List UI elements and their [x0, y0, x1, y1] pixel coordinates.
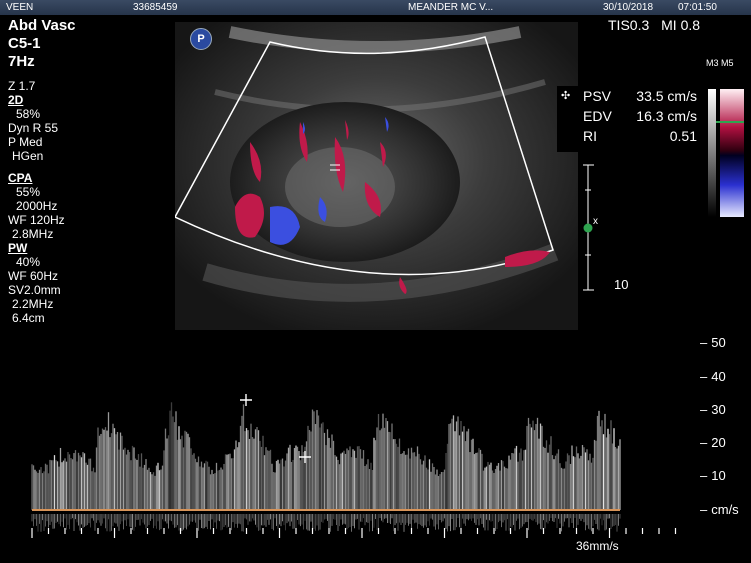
dynamic-range-value: Dyn R 55 [8, 121, 59, 135]
cross-cursor-icon: ✣ [561, 90, 571, 102]
cpa-prf-value: 2000Hz [16, 199, 58, 213]
color-velocity-bar [708, 89, 744, 217]
gain-2d-value: 58% [16, 107, 41, 121]
exam-date: 30/10/2018 [603, 2, 654, 13]
frequency-label: 7Hz [8, 53, 35, 70]
velocity-tick-50: –50 [700, 335, 726, 350]
spectral-waveform [31, 402, 621, 532]
svg-text:x: x [593, 216, 598, 227]
pw-wall-filter-value: WF 60Hz [8, 269, 59, 283]
velocity-unit-label: – cm/s [700, 502, 739, 517]
cpa-gain-value: 55% [16, 185, 41, 199]
preset-label: Abd Vasc [8, 17, 76, 34]
harmonic-value: HGen [12, 149, 44, 163]
zoom-label: Z 1.7 [8, 79, 36, 93]
velocity-tick-30: –30 [700, 402, 726, 417]
imaging-parameters: Abd Vasc C5-1 7Hz Z 1.7 2D 58% Dyn R 55 … [8, 17, 76, 325]
cpa-heading: CPA [8, 171, 33, 185]
psv-value: 33.5 cm/s [636, 88, 697, 104]
measurement-panel: ✣ PSV 33.5 cm/s EDV 16.3 cm/s RI 0.51 [557, 86, 705, 152]
patient-id: 33685459 [133, 2, 178, 13]
velocity-tick-40: –40 [700, 369, 726, 384]
probe-orientation-badge: P [190, 28, 212, 50]
ri-value: 0.51 [669, 128, 697, 144]
bmode-color-doppler-image [175, 22, 578, 330]
edv-value: 16.3 cm/s [636, 108, 697, 124]
cpa-frequency-value: 2.8MHz [12, 227, 54, 241]
header-bar: VEEN 33685459 MEANDER MC V... 30/10/2018… [0, 0, 751, 15]
edv-label: EDV [583, 108, 612, 124]
pw-gain-value: 40% [16, 255, 41, 269]
ri-label: RI [583, 128, 597, 144]
psv-label: PSV [583, 88, 612, 104]
focus-marker-icon [583, 223, 593, 233]
spectral-doppler-trace [31, 394, 677, 538]
pw-sample-volume-value: SV2.0mm [8, 283, 61, 297]
persistence-value: P Med [8, 135, 43, 149]
pw-heading: PW [8, 241, 28, 255]
color-map-label: M3 M5 [706, 58, 734, 68]
velocity-tick-10: –10 [700, 468, 726, 483]
cpa-wall-filter-value: WF 120Hz [8, 213, 65, 227]
mode-2d-heading: 2D [8, 93, 24, 107]
pw-frequency-value: 2.2MHz [12, 297, 54, 311]
tis-index: TIS0.3 [608, 17, 650, 33]
velocity-tick-20: –20 [700, 435, 726, 450]
mi-index: MI 0.8 [661, 17, 701, 33]
sweep-speed-label: 36mm/s [576, 539, 619, 553]
pw-depth-value: 6.4cm [12, 311, 45, 325]
exam-time: 07:01:50 [678, 2, 717, 13]
output-indices: TIS0.3 MI 0.8 [608, 17, 700, 33]
operator-name: VEEN [6, 2, 34, 13]
psv-caliper-icon[interactable] [240, 394, 252, 406]
time-axis-ticks [31, 528, 677, 538]
depth-label: 10 [614, 277, 629, 292]
depth-ruler: x [583, 164, 598, 291]
probe-label: C5-1 [8, 35, 41, 52]
institution-name: MEANDER MC V... [408, 2, 494, 13]
